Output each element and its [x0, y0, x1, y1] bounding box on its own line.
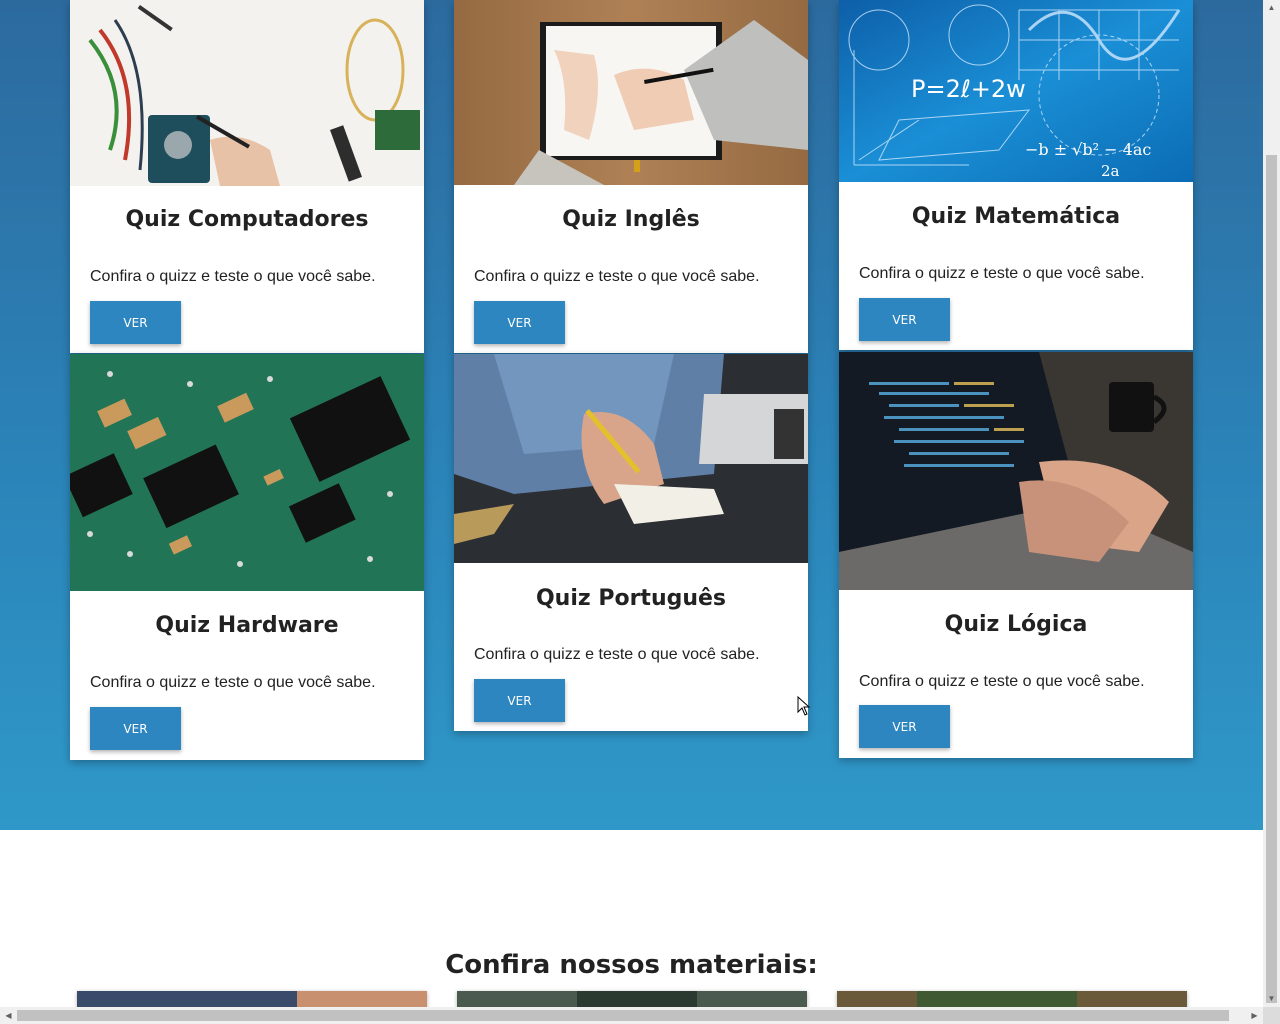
- circuit-board-image: [70, 354, 424, 591]
- scroll-down-icon[interactable]: ▼: [1263, 991, 1280, 1007]
- quiz-card-portugues: Quiz Português Confira o quizz e teste o…: [454, 354, 808, 731]
- scroll-up-icon[interactable]: ▲: [1263, 0, 1280, 16]
- ver-button[interactable]: VER: [859, 705, 950, 748]
- horizontal-scrollbar[interactable]: ◀ ▶: [0, 1007, 1263, 1024]
- writing-on-paper-image: [454, 354, 808, 563]
- scrollbar-corner: [1263, 1007, 1280, 1024]
- ver-button[interactable]: VER: [474, 679, 565, 722]
- card-description: Confira o quizz e teste o que você sabe.: [90, 268, 376, 285]
- quiz-card-computadores: Quiz Computadores Confira o quizz e test…: [70, 0, 424, 353]
- ver-button[interactable]: VER: [859, 298, 950, 341]
- mouse-cursor-icon: [797, 696, 811, 716]
- card-title: Quiz Matemática: [911, 204, 1121, 229]
- scrollbar-thumb[interactable]: [17, 1010, 1229, 1021]
- ver-button[interactable]: VER: [90, 707, 181, 750]
- notebook-writing-image: [454, 0, 808, 185]
- laptop-coding-image: [839, 352, 1193, 590]
- card-description: Confira o quizz e teste o que você sabe.: [474, 646, 760, 663]
- ver-button[interactable]: VER: [90, 301, 181, 344]
- scroll-right-icon[interactable]: ▶: [1246, 1007, 1263, 1024]
- quiz-card-matematica: P=2ℓ+2w −b ± √b² − 4ac 2a Quiz Matemátic…: [839, 0, 1193, 350]
- materials-title: Confira nossos materiais:: [445, 950, 818, 980]
- math-denominator-text: 2a: [1101, 162, 1120, 180]
- card-description: Confira o quizz e teste o que você sabe.: [474, 268, 760, 285]
- ver-button[interactable]: VER: [474, 301, 565, 344]
- vertical-scrollbar[interactable]: ▲ ▼: [1263, 0, 1280, 1007]
- electronics-workbench-image: [70, 0, 424, 186]
- card-description: Confira o quizz e teste o que você sabe.: [859, 265, 1145, 282]
- card-description: Confira o quizz e teste o que você sabe.: [90, 674, 376, 691]
- math-quadratic-text: −b ± √b² − 4ac: [1025, 140, 1151, 159]
- card-title: Quiz Computadores: [125, 207, 369, 232]
- card-description: Confira o quizz e teste o que você sabe.: [859, 673, 1145, 690]
- math-formulas-image: P=2ℓ+2w −b ± √b² − 4ac 2a: [839, 0, 1193, 182]
- quiz-card-logica: Quiz Lógica Confira o quizz e teste o qu…: [839, 352, 1193, 758]
- quiz-section: Quiz Computadores Confira o quizz e test…: [0, 0, 1263, 830]
- card-title: Quiz Lógica: [944, 612, 1088, 637]
- scroll-left-icon[interactable]: ◀: [0, 1007, 17, 1024]
- scrollbar-thumb[interactable]: [1266, 155, 1277, 1003]
- quiz-card-ingles: Quiz Inglês Confira o quizz e teste o qu…: [454, 0, 808, 353]
- math-formula-text: P=2ℓ+2w: [911, 75, 1026, 103]
- card-title: Quiz Hardware: [155, 613, 339, 638]
- card-title: Quiz Português: [535, 586, 727, 611]
- card-title: Quiz Inglês: [562, 207, 700, 232]
- quiz-card-hardware: Quiz Hardware Confira o quizz e teste o …: [70, 354, 424, 760]
